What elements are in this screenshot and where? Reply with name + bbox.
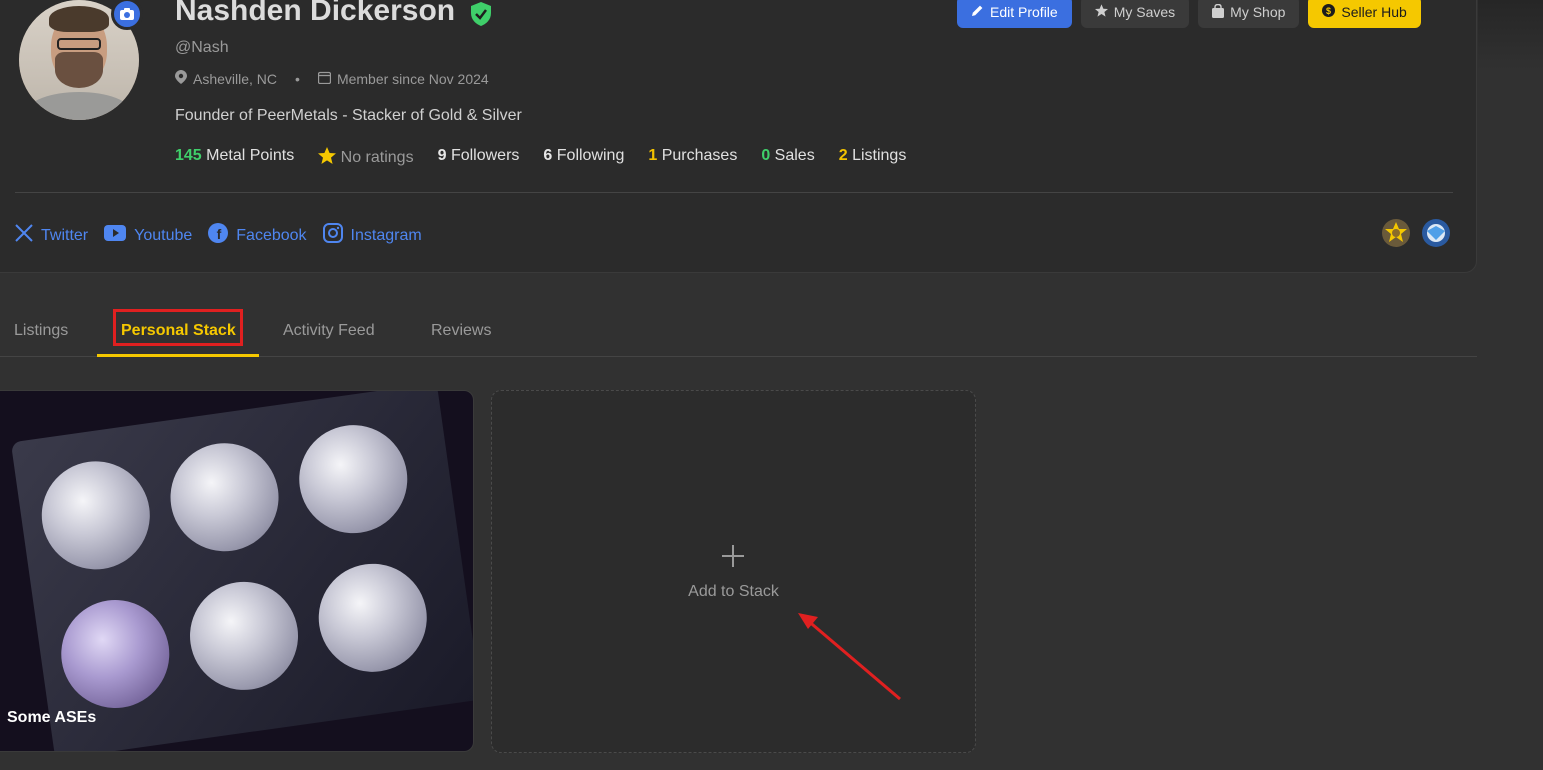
edit-profile-button[interactable]: Edit Profile <box>957 0 1072 28</box>
annotation-arrow <box>798 613 901 701</box>
achievement-badge-gold[interactable] <box>1381 218 1411 248</box>
tab-reviews[interactable]: Reviews <box>431 322 491 340</box>
add-to-stack-label: Add to Stack <box>688 583 779 600</box>
my-shop-button[interactable]: My Shop <box>1198 0 1300 28</box>
bag-icon <box>1212 3 1225 21</box>
profile-stats: 145 Metal Points No ratings 9 Followers … <box>175 147 906 167</box>
svg-text:$: $ <box>1326 6 1331 16</box>
achievement-badge-blue[interactable] <box>1421 218 1451 248</box>
profile-handle: @Nash <box>175 39 229 56</box>
stack-item-photo <box>10 391 473 751</box>
meta-separator: • <box>295 70 300 87</box>
stat-following[interactable]: 6 Following <box>543 147 624 167</box>
star-icon <box>318 147 337 166</box>
profile-meta: Asheville, NC • Member since Nov 2024 <box>175 70 489 87</box>
seller-hub-button[interactable]: $ Seller Hub <box>1308 0 1421 28</box>
stat-metal-points[interactable]: 145 Metal Points <box>175 147 294 167</box>
facebook-icon: f <box>208 223 229 248</box>
stat-ratings[interactable]: No ratings <box>318 147 414 167</box>
plus-icon <box>721 544 745 573</box>
annotation-highlight-box <box>113 309 243 346</box>
calendar-icon <box>317 71 332 87</box>
tab-listings[interactable]: Listings <box>14 322 68 340</box>
facebook-link[interactable]: f Facebook <box>208 223 307 248</box>
stack-item-label: Some ASEs <box>7 709 97 726</box>
dollar-icon: $ <box>1322 4 1336 20</box>
verified-shield-icon <box>470 2 492 31</box>
my-saves-button[interactable]: My Saves <box>1080 0 1190 28</box>
map-pin-icon <box>175 70 187 87</box>
star-icon <box>1094 4 1108 20</box>
location-text: Asheville, NC <box>193 70 278 87</box>
instagram-icon <box>322 223 343 248</box>
svg-text:f: f <box>217 226 222 242</box>
youtube-link[interactable]: Youtube <box>104 223 192 248</box>
member-since-text: Member since Nov 2024 <box>336 70 489 87</box>
youtube-icon <box>104 225 127 246</box>
social-links: Twitter Youtube f Facebook Instagram <box>15 223 422 248</box>
profile-divider <box>15 192 1453 193</box>
window-edge-shade <box>1478 0 1543 70</box>
profile-name: Nashden Dickerson <box>175 0 456 27</box>
stat-listings[interactable]: 2 Listings <box>839 147 907 167</box>
instagram-link[interactable]: Instagram <box>322 223 422 248</box>
active-tab-indicator <box>97 354 259 357</box>
tab-activity-feed[interactable]: Activity Feed <box>283 322 375 340</box>
achievement-badges <box>1381 218 1451 248</box>
stack-item-card[interactable]: Some ASEs <box>0 390 474 752</box>
stat-purchases[interactable]: 1 Purchases <box>648 147 737 167</box>
stat-sales[interactable]: 0 Sales <box>761 147 814 167</box>
stat-followers[interactable]: 9 Followers <box>438 147 520 167</box>
twitter-link[interactable]: Twitter <box>15 223 88 248</box>
profile-bio: Founder of PeerMetals - Stacker of Gold … <box>175 107 522 124</box>
profile-tabs: Listings Personal Stack Activity Feed Re… <box>0 308 1477 357</box>
profile-actions: Edit Profile My Saves My Shop $ Seller H… <box>957 0 1421 28</box>
pencil-icon <box>971 4 984 20</box>
x-twitter-icon <box>15 224 33 247</box>
